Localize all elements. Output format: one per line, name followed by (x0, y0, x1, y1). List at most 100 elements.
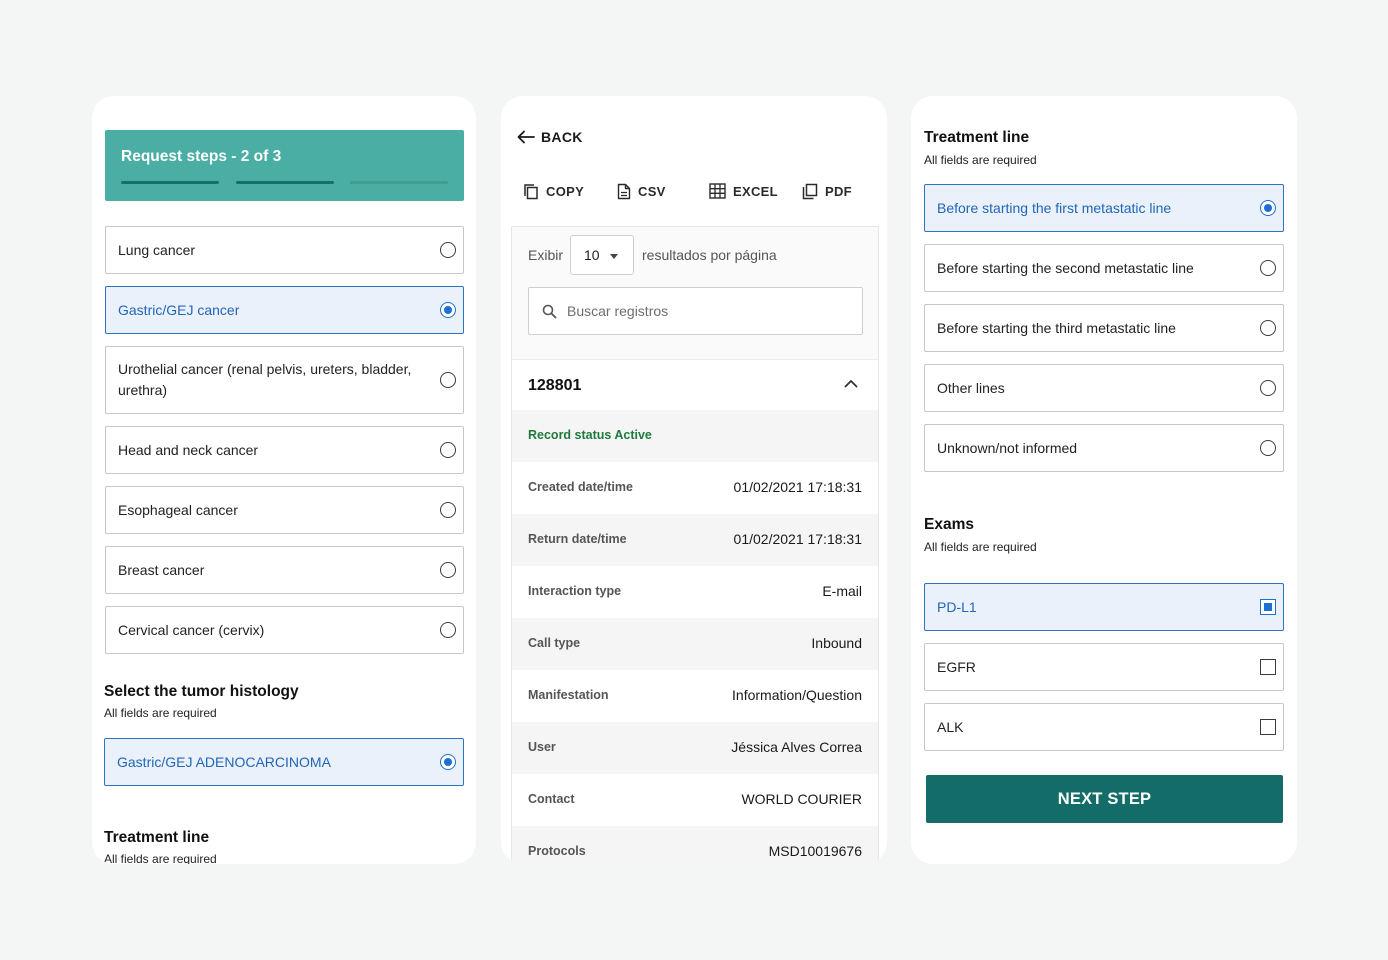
record-row: Protocols MSD10019676 (512, 826, 878, 864)
record-status: Record status Active (528, 428, 652, 442)
csv-button[interactable]: CSV (617, 183, 666, 200)
record-field-value: E-mail (822, 583, 862, 599)
copy-label: COPY (546, 184, 585, 199)
cancer-option-label: Head and neck cancer (118, 442, 259, 458)
table-grid-icon (709, 183, 726, 199)
radio-icon[interactable] (1260, 320, 1276, 336)
arrow-left-icon (517, 130, 535, 144)
treatment-line-title: Treatment line (104, 829, 210, 846)
treatment-card: Treatment line All fields are required B… (911, 96, 1297, 864)
record-row: User Jéssica Alves Correa (512, 722, 878, 774)
record-entry: 128801 Record status Active Created date… (512, 359, 878, 864)
record-status-row: Record status Active (512, 410, 878, 462)
pdf-label: PDF (825, 184, 852, 199)
per-page-label: resultados por página (642, 247, 777, 263)
page-size-select[interactable]: 10 (570, 235, 634, 275)
copy-button[interactable]: COPY (523, 183, 584, 200)
exam-option-egfr[interactable]: EGFR (924, 643, 1284, 691)
histology-subtitle: All fields are required (104, 706, 217, 720)
exams-title: Exams (924, 516, 974, 533)
record-field-label: Return date/time (528, 532, 627, 546)
treatment-option-second-line[interactable]: Before starting the second metastatic li… (924, 244, 1284, 292)
record-field-label: User (528, 740, 556, 754)
step-progress-3 (350, 181, 448, 184)
cancer-option-gastric[interactable]: Gastric/GEJ cancer (105, 286, 464, 334)
cancer-option-label-line2: urethra) (118, 382, 168, 398)
back-label: BACK (541, 129, 583, 145)
treatment-option-label: Other lines (937, 380, 1005, 396)
records-card: BACK COPY CSV EXCEL PDF Exibir 10 result… (501, 96, 887, 864)
request-steps-card: Request steps - 2 of 3 Lung cancer Gastr… (92, 96, 476, 864)
copy-icon (524, 184, 538, 200)
excel-button[interactable]: EXCEL (709, 183, 778, 199)
radio-selected-icon[interactable] (440, 754, 456, 770)
radio-icon[interactable] (440, 242, 456, 258)
cancer-option-esophageal[interactable]: Esophageal cancer (105, 486, 464, 534)
next-step-button[interactable]: NEXT STEP (926, 775, 1283, 823)
radio-icon[interactable] (440, 502, 456, 518)
record-row: Call type Inbound (512, 618, 878, 670)
record-row: Created date/time 01/02/2021 17:18:31 (512, 462, 878, 514)
treatment-option-third-line[interactable]: Before starting the third metastatic lin… (924, 304, 1284, 352)
cancer-option-breast[interactable]: Breast cancer (105, 546, 464, 594)
request-steps-title: Request steps - 2 of 3 (121, 148, 282, 165)
record-field-value: Inbound (811, 635, 862, 651)
radio-icon[interactable] (1260, 260, 1276, 276)
histology-option-label: Gastric/GEJ ADENOCARCINOMA (117, 754, 331, 770)
record-field-label: Interaction type (528, 584, 622, 598)
excel-label: EXCEL (733, 183, 778, 199)
back-button[interactable]: BACK (517, 129, 583, 145)
caret-down-icon (610, 254, 618, 259)
record-field-label: Created date/time (528, 480, 633, 494)
search-placeholder: Buscar registros (567, 303, 669, 319)
treatment-option-label: Before starting the third metastatic lin… (937, 320, 1176, 336)
pdf-button[interactable]: PDF (802, 183, 852, 200)
record-field-label: Manifestation (528, 688, 609, 702)
checkbox-checked-icon[interactable] (1260, 599, 1276, 615)
radio-icon[interactable] (440, 562, 456, 578)
cancer-option-label: Urothelial cancer (renal pelvis, ureters… (118, 361, 412, 377)
show-label: Exibir (528, 247, 564, 263)
radio-icon[interactable] (440, 442, 456, 458)
checkbox-icon[interactable] (1260, 659, 1276, 675)
treatment-title: Treatment line (924, 129, 1030, 146)
record-field-label: Protocols (528, 844, 586, 858)
treatment-option-other-lines[interactable]: Other lines (924, 364, 1284, 412)
record-header[interactable]: 128801 (512, 360, 878, 410)
record-field-label: Call type (528, 636, 581, 650)
records-panel: Exibir 10 resultados por página Buscar r… (511, 226, 879, 864)
cancer-option-head-neck[interactable]: Head and neck cancer (105, 426, 464, 474)
exam-option-pd-l1[interactable]: PD-L1 (924, 583, 1284, 631)
histology-option-adenocarcinoma[interactable]: Gastric/GEJ ADENOCARCINOMA (104, 738, 464, 786)
radio-selected-icon[interactable] (1260, 200, 1276, 216)
chevron-up-icon[interactable] (844, 379, 858, 388)
cancer-option-lung[interactable]: Lung cancer (105, 226, 464, 274)
cancer-option-urothelial[interactable]: Urothelial cancer (renal pelvis, ureters… (105, 346, 464, 414)
record-field-value: MSD10019676 (768, 843, 862, 859)
radio-selected-icon[interactable] (440, 302, 456, 318)
radio-icon[interactable] (1260, 380, 1276, 396)
checkbox-icon[interactable] (1260, 719, 1276, 735)
record-row: Interaction type E-mail (512, 566, 878, 618)
file-icon (617, 183, 631, 200)
radio-icon[interactable] (1260, 440, 1276, 456)
record-row: Contact WORLD COURIER (512, 774, 878, 826)
cancer-option-label: Cervical cancer (cervix) (118, 622, 265, 638)
record-field-value: Jéssica Alves Correa (731, 739, 862, 755)
cancer-option-cervical[interactable]: Cervical cancer (cervix) (105, 606, 464, 654)
treatment-option-unknown[interactable]: Unknown/not informed (924, 424, 1284, 472)
treatment-option-label: Before starting the first metastatic lin… (937, 200, 1172, 216)
exam-option-label: EGFR (937, 659, 976, 675)
csv-label: CSV (638, 184, 666, 199)
treatment-option-label: Before starting the second metastatic li… (937, 260, 1194, 276)
radio-icon[interactable] (440, 622, 456, 638)
search-input[interactable]: Buscar registros (528, 287, 863, 335)
exam-option-alk[interactable]: ALK (924, 703, 1284, 751)
record-field-value: 01/02/2021 17:18:31 (733, 479, 862, 495)
step-progress-1 (121, 181, 219, 184)
radio-icon[interactable] (440, 372, 456, 388)
cancer-option-label: Gastric/GEJ cancer (118, 302, 240, 318)
treatment-option-label: Unknown/not informed (937, 440, 1078, 456)
treatment-option-first-line[interactable]: Before starting the first metastatic lin… (924, 184, 1284, 232)
exams-subtitle: All fields are required (924, 540, 1037, 554)
